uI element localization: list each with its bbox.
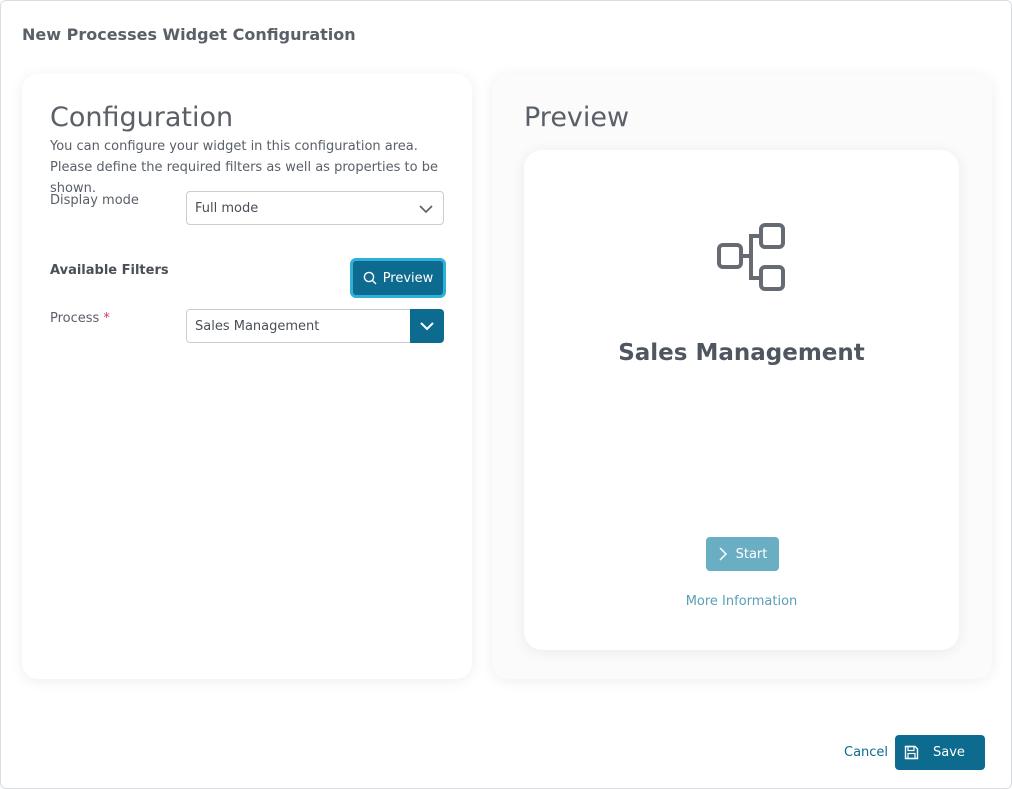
- preview-heading: Preview: [524, 102, 630, 133]
- preview-button[interactable]: Preview: [350, 258, 446, 298]
- save-button-label: Save: [933, 745, 965, 760]
- preview-panel: Preview Sales Management Start More Info…: [492, 74, 992, 679]
- process-label: Process *: [50, 311, 110, 326]
- widget-config-dialog: New Processes Widget Configuration Confi…: [0, 0, 1012, 789]
- configuration-panel: Configuration You can configure your wid…: [22, 74, 472, 679]
- floppy-disk-icon: [904, 745, 919, 760]
- more-information-link[interactable]: More Information: [524, 594, 959, 609]
- preview-button-label: Preview: [382, 270, 434, 286]
- process-title: Sales Management: [618, 340, 865, 366]
- display-mode-value: Full mode: [195, 201, 259, 216]
- start-button-label: Start: [735, 546, 768, 562]
- process-label-text: Process: [50, 311, 100, 326]
- chevron-down-icon: [419, 205, 433, 214]
- search-icon: [363, 271, 377, 285]
- required-marker: *: [103, 311, 110, 326]
- process-flow-icon: [717, 223, 785, 291]
- dialog-title: New Processes Widget Configuration: [22, 25, 356, 44]
- configuration-heading: Configuration: [50, 102, 234, 133]
- available-filters-title: Available Filters: [50, 263, 169, 278]
- display-mode-label: Display mode: [50, 193, 139, 208]
- process-widget-card: Sales Management Start More Information: [524, 150, 959, 650]
- save-button[interactable]: Save: [895, 735, 985, 770]
- process-select[interactable]: Sales Management: [186, 309, 444, 343]
- process-dropdown-toggle[interactable]: [410, 309, 444, 343]
- display-mode-select[interactable]: Full mode: [186, 191, 444, 225]
- chevron-down-icon: [420, 322, 434, 331]
- chevron-right-icon: [719, 547, 727, 561]
- process-value: Sales Management: [195, 319, 320, 334]
- start-button[interactable]: Start: [706, 537, 779, 571]
- configuration-description: You can configure your widget in this co…: [50, 139, 438, 196]
- cancel-button[interactable]: Cancel: [844, 745, 888, 760]
